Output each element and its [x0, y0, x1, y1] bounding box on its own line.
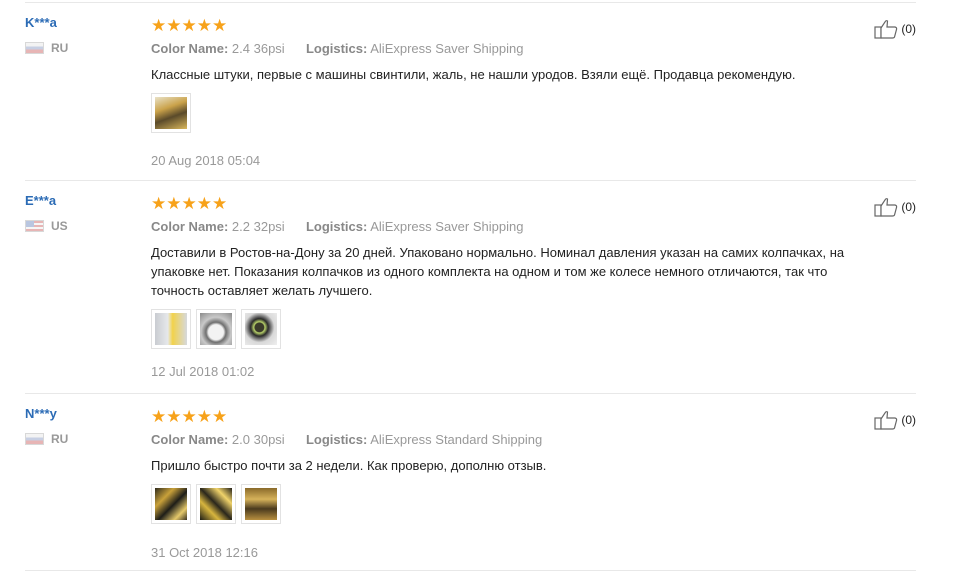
logistics-label: Logistics: [305, 41, 368, 56]
reviewer-name[interactable]: K***a [25, 15, 145, 31]
photo-thumbnail[interactable] [241, 309, 281, 349]
country-code: US [51, 219, 68, 233]
review-body: ★★★★★ Color Name: 2.0 30psi Logistics: A… [151, 408, 891, 524]
review-date: 12 Jul 2018 01:02 [151, 364, 255, 379]
photo-thumbnail[interactable] [151, 309, 191, 349]
review-item: E***a US ★★★★★ Color Name: 2.2 32psi Log… [25, 180, 916, 393]
review-body: ★★★★★ Color Name: 2.2 32psi Logistics: A… [151, 195, 891, 349]
color-name-value: 2.0 30psi [231, 432, 285, 447]
review-text: Доставили в Ростов-на-Дону за 20 дней. У… [151, 245, 845, 298]
review-text: Классные штуки, первые с машины свинтили… [151, 67, 796, 82]
review-divider [25, 570, 916, 581]
reviewer-country: US [25, 219, 145, 233]
color-name-value: 2.4 36psi [231, 41, 285, 56]
thumbs-up-icon [874, 411, 898, 430]
logistics-label: Logistics: [305, 432, 368, 447]
logistics-value: AliExpress Saver Shipping [370, 219, 524, 234]
review-photos [151, 484, 891, 524]
photo-thumbnail[interactable] [151, 484, 191, 524]
logistics-value: AliExpress Standard Shipping [370, 432, 543, 447]
reviewer-info: E***a US [25, 193, 145, 233]
country-code: RU [51, 432, 69, 446]
helpful-count: (0) [901, 413, 916, 427]
star-rating: ★★★★★ [151, 16, 228, 35]
review-photos [151, 93, 891, 133]
reviewer-name[interactable]: E***a [25, 193, 145, 209]
thumbs-up-icon [874, 198, 898, 217]
color-name-label: Color Name: [151, 41, 229, 56]
helpful-button[interactable]: (0) [874, 410, 916, 430]
review-item: N***y RU ★★★★★ Color Name: 2.0 30psi Log… [25, 393, 916, 570]
review-date: 20 Aug 2018 05:04 [151, 153, 261, 168]
star-rating: ★★★★★ [151, 407, 228, 426]
photo-thumbnail[interactable] [151, 93, 191, 133]
review-item: K***a RU ★★★★★ Color Name: 2.4 36psi Log… [25, 2, 916, 180]
helpful-count: (0) [901, 200, 916, 214]
reviewer-info: K***a RU [25, 15, 145, 55]
review-list: K***a RU ★★★★★ Color Name: 2.4 36psi Log… [25, 0, 916, 581]
review-meta: Color Name: 2.0 30psi Logistics: AliExpr… [151, 432, 891, 448]
country-code: RU [51, 41, 69, 55]
reviewer-country: RU [25, 41, 145, 55]
review-meta: Color Name: 2.2 32psi Logistics: AliExpr… [151, 219, 891, 235]
review-body: ★★★★★ Color Name: 2.4 36psi Logistics: A… [151, 17, 891, 133]
flag-icon [25, 42, 44, 54]
review-meta: Color Name: 2.4 36psi Logistics: AliExpr… [151, 41, 891, 57]
reviewer-name[interactable]: N***y [25, 406, 145, 422]
review-date: 31 Oct 2018 12:16 [151, 545, 258, 560]
photo-thumbnail[interactable] [196, 484, 236, 524]
color-name-value: 2.2 32psi [231, 219, 285, 234]
helpful-button[interactable]: (0) [874, 19, 916, 39]
color-name-label: Color Name: [151, 432, 229, 447]
review-text: Пришло быстро почти за 2 недели. Как про… [151, 458, 547, 473]
logistics-value: AliExpress Saver Shipping [370, 41, 524, 56]
thumbs-up-icon [874, 20, 898, 39]
review-photos [151, 309, 891, 349]
photo-thumbnail[interactable] [241, 484, 281, 524]
helpful-button[interactable]: (0) [874, 197, 916, 217]
reviewer-country: RU [25, 432, 145, 446]
reviewer-info: N***y RU [25, 406, 145, 446]
color-name-label: Color Name: [151, 219, 229, 234]
logistics-label: Logistics: [305, 219, 368, 234]
flag-icon [25, 220, 44, 232]
star-rating: ★★★★★ [151, 194, 228, 213]
photo-thumbnail[interactable] [196, 309, 236, 349]
helpful-count: (0) [901, 22, 916, 36]
flag-icon [25, 433, 44, 445]
